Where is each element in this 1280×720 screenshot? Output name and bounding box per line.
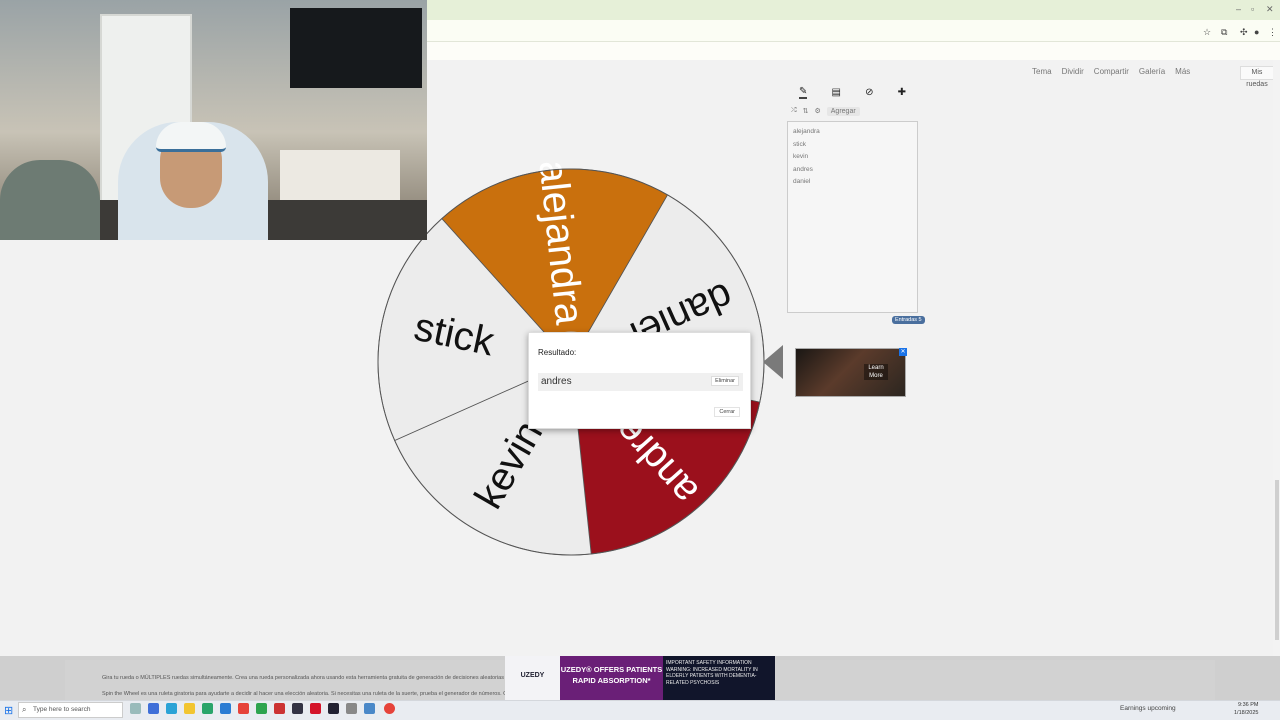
webcam-person (0, 160, 100, 240)
add-image-icon[interactable]: ✚ (898, 87, 906, 98)
result-row: andres Eliminar (538, 373, 743, 391)
add-image-button[interactable]: Agregar (826, 106, 860, 116)
learn-more-button[interactable]: Learn More (864, 364, 888, 380)
entries-panel: ✎ ▤ ⊘ ✚ ⤮ ⇅ ⚙ Agregar alejandra stick ke… (787, 84, 918, 328)
edge-icon[interactable] (166, 703, 177, 714)
winner-name: andres (541, 376, 572, 387)
footer-line: Gira tu rueda o MÚLTIPLES ruedas simultá… (102, 675, 527, 681)
windows-start-icon[interactable]: ⊞ (4, 704, 13, 717)
entries-textarea[interactable]: alejandra stick kevin andres daniel (787, 121, 918, 313)
shuffle-icon[interactable]: ⤮ (791, 107, 797, 115)
webcam-overlay (0, 0, 427, 240)
result-title: Resultado: (538, 348, 577, 357)
task-view-icon[interactable] (130, 703, 141, 714)
file-explorer-icon[interactable] (184, 703, 195, 714)
taskbar-search-input[interactable]: Type here to search (18, 702, 123, 718)
list-item: stick (793, 140, 806, 148)
banner-ad-brand[interactable]: UZEDY (505, 656, 560, 700)
chrome-icon[interactable] (238, 703, 249, 714)
app-icon[interactable] (328, 703, 339, 714)
video-ad[interactable] (795, 348, 906, 397)
entries-count-badge: Entradas 5 (892, 316, 925, 324)
app-icon[interactable] (274, 703, 285, 714)
list-item: daniel (793, 178, 811, 185)
banner-ad-headline[interactable]: UZEDY® OFFERS PATIENTS RAPID ABSORPTION* (560, 656, 663, 700)
eye-off-icon[interactable]: ⊘ (865, 87, 873, 98)
panel-tabs: ✎ ▤ ⊘ ✚ (787, 84, 918, 100)
app-icon[interactable] (346, 703, 357, 714)
clock-time: 9:36 PM (1237, 702, 1259, 708)
taskbar-clock[interactable]: 9:36 PM 1/18/2025 (1234, 701, 1258, 717)
close-button[interactable]: Cerrar (714, 407, 740, 417)
list-item: andres (793, 165, 813, 173)
scrollbar-thumb[interactable] (1275, 480, 1279, 640)
app-icon[interactable] (202, 703, 213, 714)
list-item: kevin (793, 153, 809, 160)
webcam-background (290, 8, 422, 88)
app-icon[interactable] (364, 703, 375, 714)
search-icon: ⌕ (22, 705, 27, 714)
mail-icon[interactable] (220, 703, 231, 714)
webcam-person (156, 122, 226, 152)
clipboard-icon[interactable]: ▤ (832, 87, 841, 98)
taskbar-news[interactable]: Earnings upcoming (1120, 705, 1176, 712)
app-icon[interactable] (148, 703, 159, 714)
panel-toolbar: ⤮ ⇅ ⚙ Agregar (787, 104, 918, 118)
remove-button[interactable]: Eliminar (711, 376, 739, 386)
pencil-icon[interactable]: ✎ (799, 86, 808, 99)
sort-icon[interactable]: ⇅ (803, 107, 809, 115)
app-icon[interactable] (292, 703, 303, 714)
chrome-icon[interactable] (384, 703, 395, 714)
app-icon[interactable] (310, 703, 321, 714)
clock-date: 1/18/2025 (1234, 710, 1259, 716)
banner-ad-safety: IMPORTANT SAFETY INFORMATION WARNING: IN… (663, 656, 775, 700)
wheel-pointer-icon (763, 345, 783, 379)
webcam-background (280, 150, 400, 200)
result-dialog: Resultado: andres Eliminar Cerrar (528, 332, 751, 429)
settings-icon[interactable]: ⚙ (814, 107, 820, 115)
app-icon[interactable] (256, 703, 267, 714)
list-item: alejandra (793, 128, 820, 135)
ad-close-icon[interactable]: ✕ (899, 348, 907, 356)
